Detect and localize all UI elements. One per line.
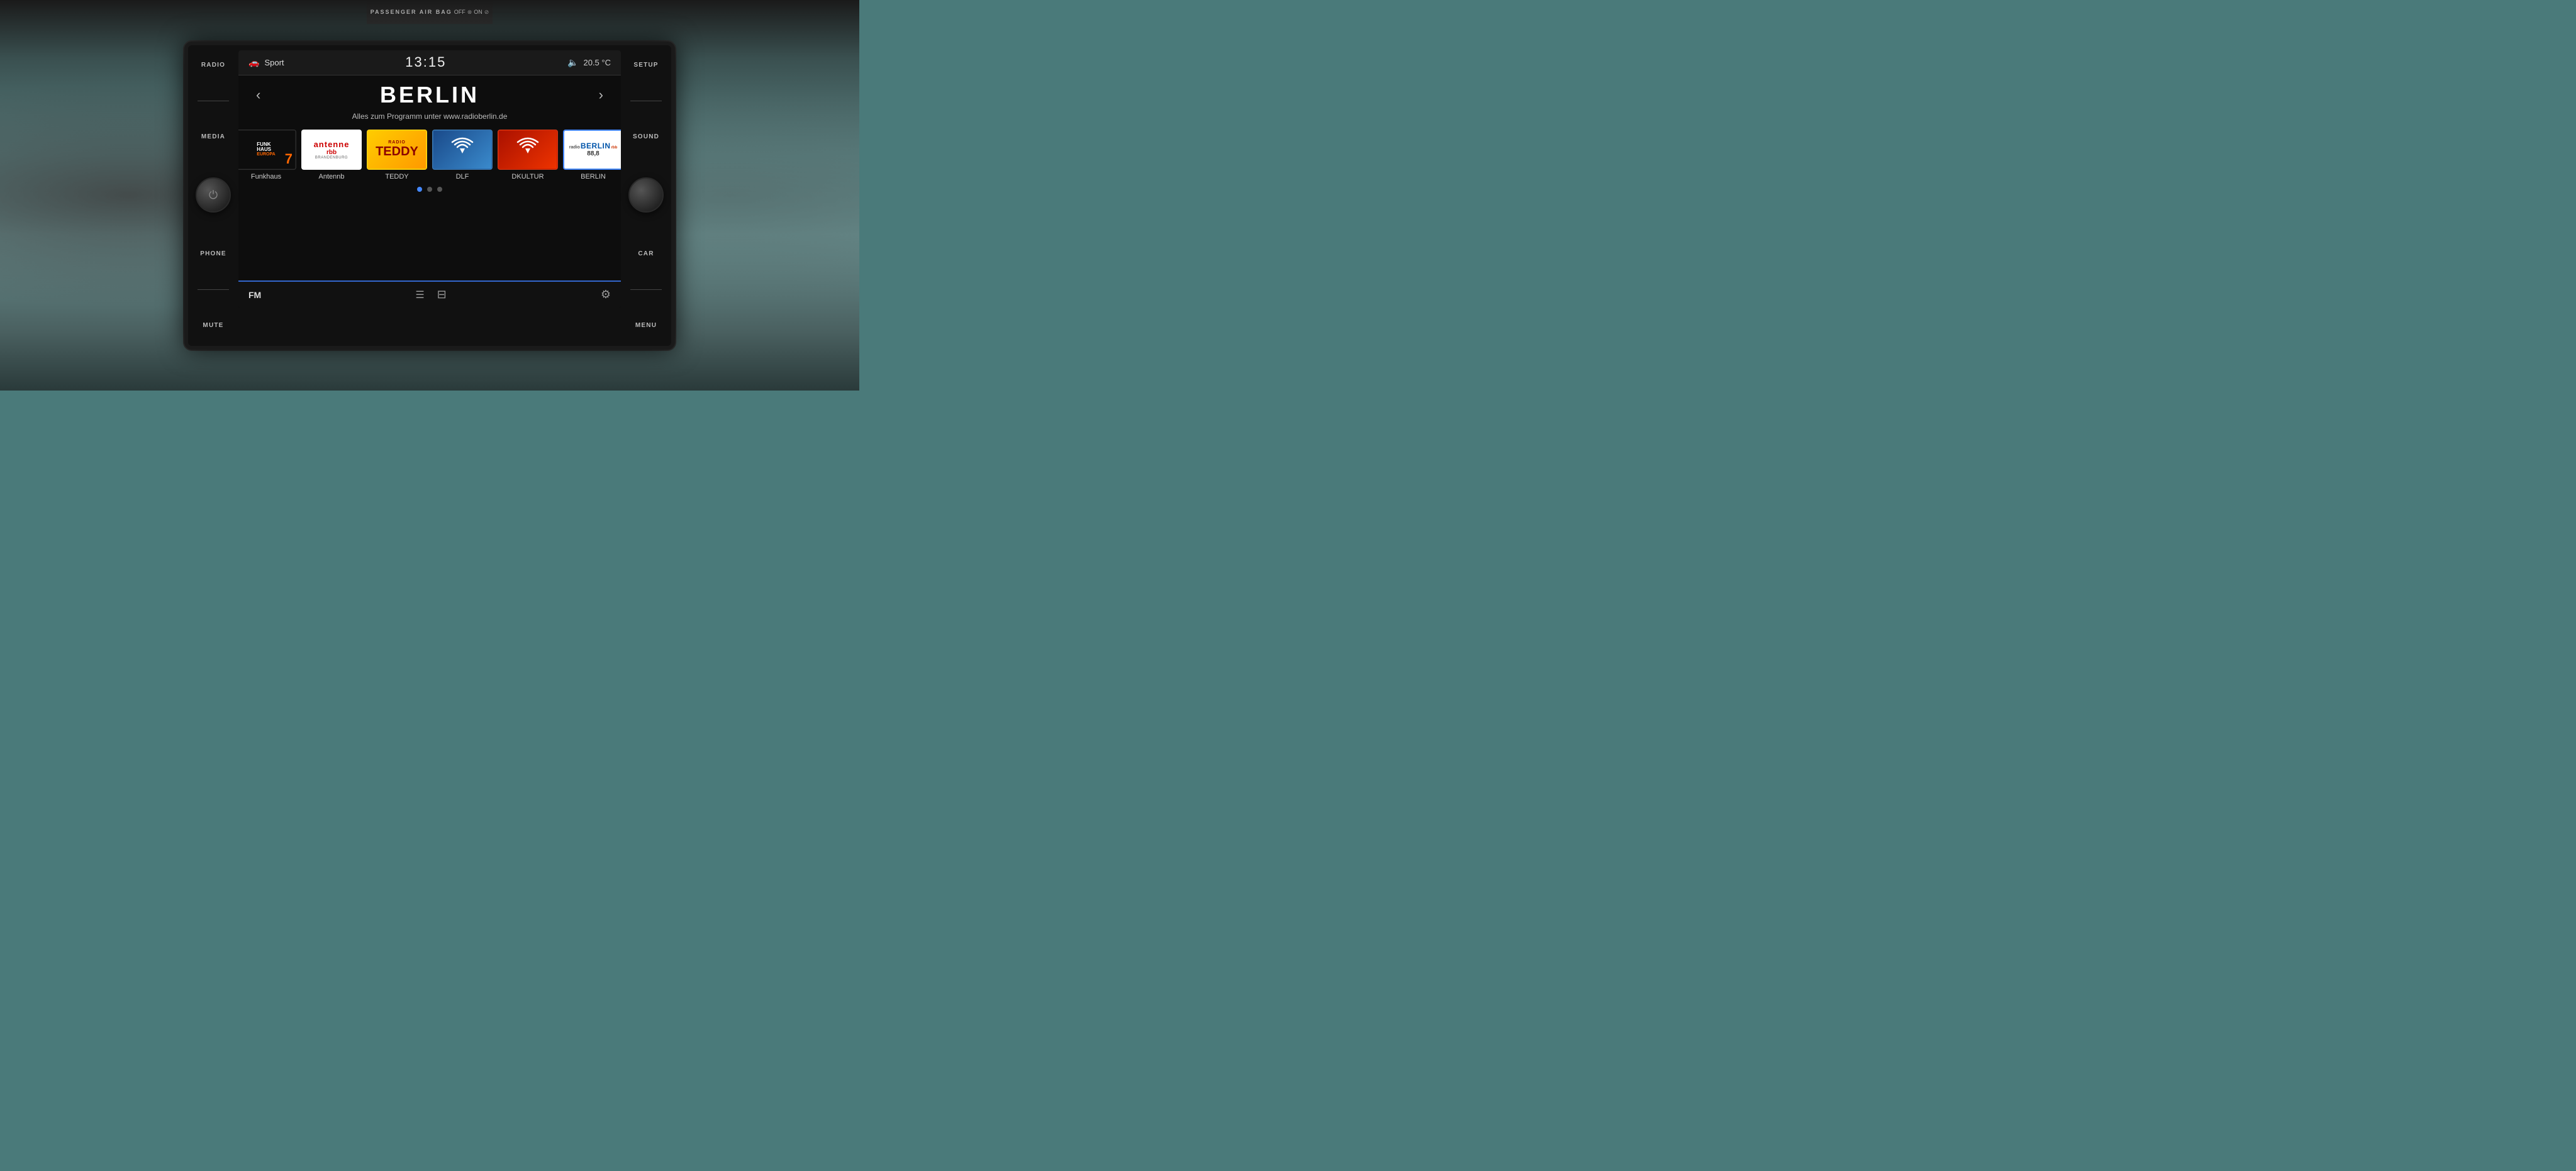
volume-knob[interactable]: [628, 177, 664, 213]
airbag-icon-1: ⊗: [467, 9, 472, 16]
station-tile-berlin[interactable]: radio BERLIN rbb 88,8 BERLIN: [563, 130, 621, 180]
berlin-main-text: BERLIN: [581, 142, 611, 150]
mute-button[interactable]: MUTE: [200, 318, 226, 333]
dot-2: [427, 187, 432, 192]
station-tile-teddy[interactable]: RADIO TEDDY TEDDY: [367, 130, 427, 180]
media-button[interactable]: MEDIA: [199, 130, 228, 144]
hardware-left-panel: RADIO MEDIA ⏻ PHONE MUTE: [188, 45, 238, 346]
bottom-bar: FM ☰ ⊟ ⚙: [238, 280, 621, 308]
car-status-icon: 🚗: [248, 57, 259, 68]
station-tile-dkultur[interactable]: DKULTUR: [498, 130, 558, 180]
dlf-logo: [432, 130, 493, 170]
band-selector[interactable]: FM: [248, 290, 261, 300]
teddy-main-text: TEDDY: [376, 145, 418, 159]
power-knob[interactable]: ⏻: [196, 177, 231, 213]
drive-mode: Sport: [264, 58, 284, 67]
dlf-wifi-icon: [450, 135, 475, 164]
pagination-dots: [417, 187, 442, 192]
dashboard: PASSENGER AIR BAG OFF ⊗ ON ⊘ RADIO MEDIA…: [0, 0, 859, 391]
antenne-logo-inner: antenne rbb BRANDENBURG: [303, 131, 360, 169]
bottom-icons: ☰ ⊟: [415, 288, 446, 301]
scan-button[interactable]: ⊟: [437, 288, 447, 301]
hardware-right-panel: SETUP SOUND CAR MENU: [621, 45, 671, 346]
infotainment-unit: RADIO MEDIA ⏻ PHONE MUTE 🚗 Sport: [184, 42, 675, 350]
infotainment-screen-unit: RADIO MEDIA ⏻ PHONE MUTE 🚗 Sport: [184, 42, 675, 350]
station-info: Alles zum Programm unter www.radioberlin…: [352, 112, 508, 121]
teddy-logo: RADIO TEDDY: [367, 130, 427, 170]
station-tile-dlf[interactable]: DLF: [432, 130, 493, 180]
menu-button[interactable]: MENU: [633, 318, 659, 333]
berlin-label: BERLIN: [581, 173, 606, 180]
berlin-logo: radio BERLIN rbb 88,8: [563, 130, 621, 170]
station-name: BERLIN: [268, 82, 591, 108]
dkultur-logo: [498, 130, 558, 170]
funkhaus-label: Funkhaus: [251, 173, 281, 180]
airbag-off-status: OFF: [454, 9, 466, 15]
temperature: 20.5 °C: [583, 58, 611, 67]
main-screen: 🚗 Sport 13:15 🔈 20.5 °C ‹ BERLIN: [238, 50, 621, 308]
station-tile-funkhaus[interactable]: FUNK HAUS EUROPA 7 Funkhaus: [238, 130, 296, 180]
funkhaus-logo: FUNK HAUS EUROPA 7: [238, 130, 296, 170]
power-icon: ⏻: [197, 179, 230, 211]
clock: 13:15: [405, 54, 446, 70]
antenne-label: Antennb: [319, 173, 345, 180]
antenne-sub-text: BRANDENBURG: [315, 156, 348, 160]
radio-button[interactable]: RADIO: [199, 58, 228, 72]
teddy-radio-text: RADIO: [388, 140, 406, 145]
dkultur-label: DKULTUR: [511, 173, 544, 180]
status-bar: 🚗 Sport 13:15 🔈 20.5 °C: [238, 50, 621, 75]
airbag-label: PASSENGER AIR BAG: [371, 9, 452, 15]
prev-station-button[interactable]: ‹: [248, 84, 268, 106]
dot-3: [437, 187, 442, 192]
status-right: 🔈 20.5 °C: [567, 57, 611, 68]
dlf-logo-inner: [433, 131, 491, 169]
top-vent-area: PASSENGER AIR BAG OFF ⊗ ON ⊘: [367, 0, 493, 24]
dlf-label: DLF: [456, 173, 469, 180]
teddy-label: TEDDY: [385, 173, 408, 180]
berlin-logo-inner: radio BERLIN rbb 88,8: [564, 131, 621, 169]
station-header: ‹ BERLIN ›: [248, 82, 611, 108]
berlin-logo-row: radio BERLIN rbb: [569, 142, 617, 150]
list-view-button[interactable]: ☰: [415, 289, 424, 301]
dkultur-wifi-icon: [515, 135, 540, 164]
divider-2: [198, 289, 229, 290]
settings-button[interactable]: ⚙: [601, 288, 611, 301]
setup-button[interactable]: SETUP: [631, 58, 661, 72]
funkhaus-text-block: FUNK HAUS EUROPA: [254, 140, 277, 159]
dkultur-logo-inner: [499, 131, 557, 169]
funkhaus-number: 7: [285, 151, 293, 167]
funkhaus-text-haus: HAUS: [257, 147, 271, 152]
car-button[interactable]: CAR: [635, 247, 656, 261]
station-tiles-row: FUNK HAUS EUROPA 7 Funkhaus: [248, 130, 611, 180]
antenne-main-text: antenne: [314, 140, 350, 149]
antenne-rbb-text: rbb: [326, 149, 337, 156]
funkhaus-logo-inner: FUNK HAUS EUROPA 7: [238, 131, 295, 169]
radio-content: ‹ BERLIN › Alles zum Programm unter www.…: [238, 75, 621, 280]
volume-icon: 🔈: [567, 57, 578, 68]
next-station-button[interactable]: ›: [591, 84, 611, 106]
airbag-on-status: ON: [474, 9, 482, 15]
station-tile-antenne[interactable]: antenne rbb BRANDENBURG Antennb: [301, 130, 362, 180]
phone-button[interactable]: PHONE: [198, 247, 229, 261]
berlin-frequency: 88,8: [587, 150, 599, 157]
airbag-icon-2: ⊘: [484, 9, 489, 16]
divider-r2: [630, 289, 662, 290]
teddy-logo-inner: RADIO TEDDY: [368, 131, 426, 169]
status-left: 🚗 Sport: [248, 57, 284, 68]
sound-button[interactable]: SOUND: [630, 130, 662, 144]
berlin-radio-prefix: radio: [569, 145, 580, 150]
dot-1: [417, 187, 422, 192]
funkhaus-text-europa: EUROPA: [257, 152, 275, 157]
antenne-logo: antenne rbb BRANDENBURG: [301, 130, 362, 170]
berlin-rbb-tag: rbb: [611, 146, 618, 150]
